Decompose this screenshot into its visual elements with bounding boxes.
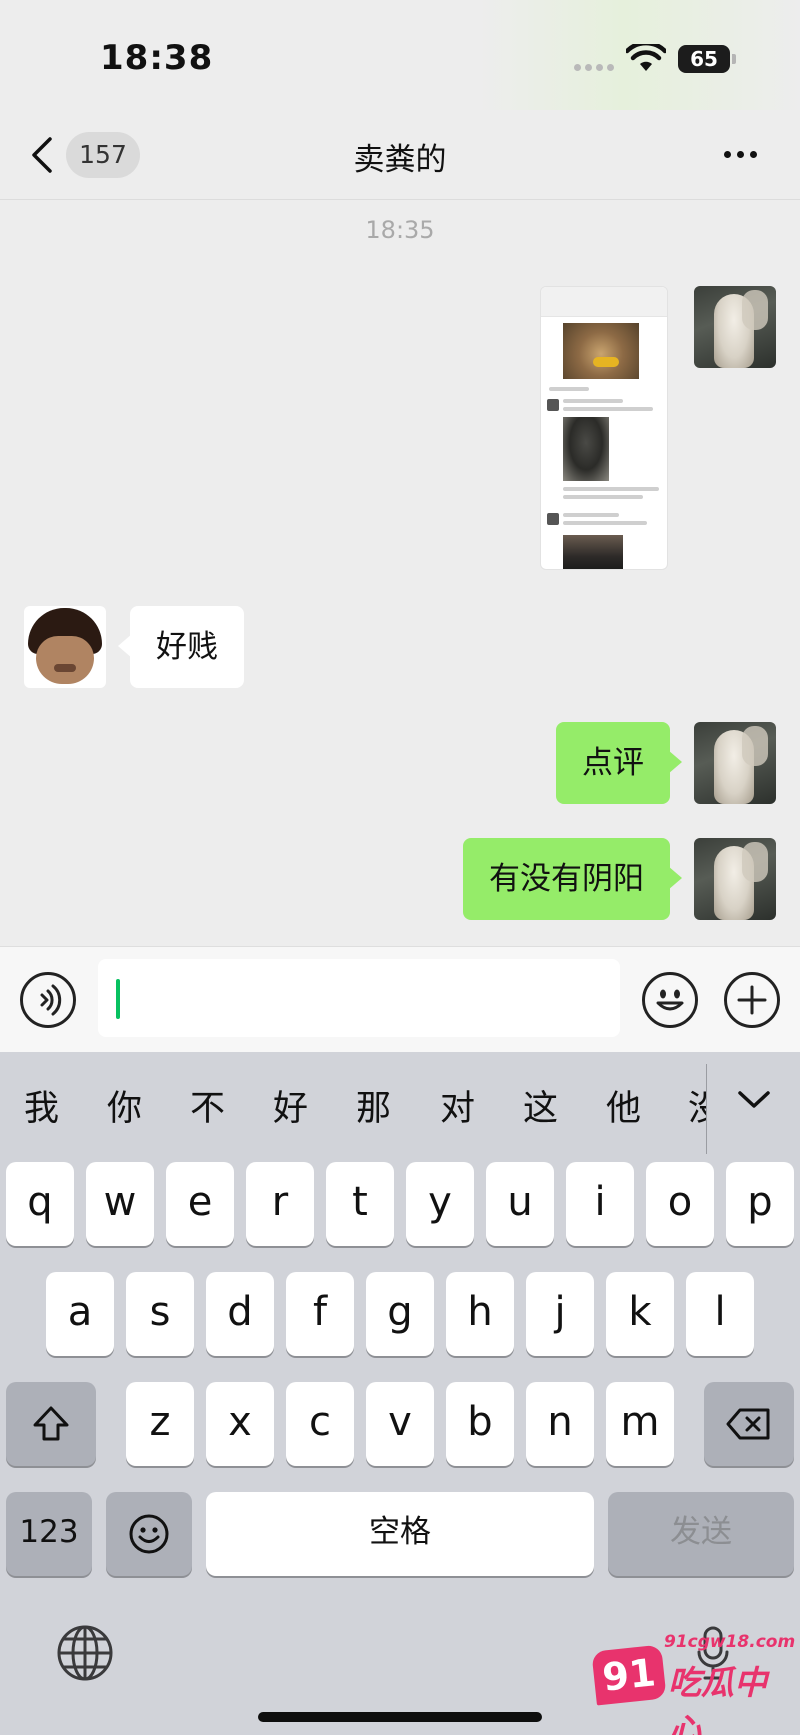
my-avatar[interactable] [694,286,776,368]
message-bubble-received[interactable]: 好贱 [118,606,244,688]
key-x[interactable]: x [206,1382,274,1466]
candidate-word[interactable]: 这 [523,1080,558,1131]
watermark-logo: 91 [591,1644,667,1706]
key-j[interactable]: j [526,1272,594,1356]
candidate-word[interactable]: 好 [273,1080,308,1131]
screenshot-avatar [547,399,559,411]
key-t[interactable]: t [326,1162,394,1246]
key-g[interactable]: g [366,1272,434,1356]
key-l[interactable]: l [686,1272,754,1356]
watermark-url: 91cgw18.com [664,1632,796,1652]
screenshot-line [563,487,659,491]
key-r[interactable]: r [246,1162,314,1246]
home-indicator[interactable] [258,1712,542,1722]
key-a[interactable]: a [46,1272,114,1356]
backspace-key[interactable] [704,1382,794,1466]
candidate-word[interactable]: 对 [440,1080,475,1131]
key-m[interactable]: m [606,1382,674,1466]
key-h[interactable]: h [446,1272,514,1356]
key-e[interactable]: e [166,1162,234,1246]
battery-nub [732,54,736,64]
text-caret [116,979,120,1019]
unread-count-badge: 157 [66,132,140,178]
key-z[interactable]: z [126,1382,194,1466]
voice-input-button[interactable] [20,972,76,1028]
key-b[interactable]: b [446,1382,514,1466]
smiley-icon [129,1514,169,1554]
key-c[interactable]: c [286,1382,354,1466]
candidate-word[interactable]: 没 [688,1080,706,1131]
screenshot-header [541,287,667,317]
screenshot-line [563,407,653,411]
key-w[interactable]: w [86,1162,154,1246]
chevron-left-icon [32,137,52,173]
message-input-bar [0,946,800,1052]
screenshot-photo [563,535,623,569]
candidate-word[interactable]: 你 [107,1080,142,1131]
key-q[interactable]: q [6,1162,74,1246]
globe-icon[interactable] [56,1624,114,1682]
key-s[interactable]: s [126,1272,194,1356]
plus-icon [737,985,767,1015]
screenshot-line [563,399,623,403]
message-bubble-sent[interactable]: 有没有阴阳 [463,838,682,920]
message-input[interactable] [98,959,620,1037]
candidate-word[interactable]: 那 [356,1080,391,1131]
candidate-word[interactable]: 不 [190,1080,225,1131]
message-bubble-sent[interactable]: 点评 [556,722,682,804]
screenshot-photo [563,417,609,481]
screenshot-detail [593,357,619,367]
screenshot-line [563,513,619,517]
key-p[interactable]: p [726,1162,794,1246]
candidate-overflow: 没 [688,1052,706,1162]
emoji-button[interactable] [642,972,698,1028]
candidate-word[interactable]: 我 [24,1080,59,1131]
more-actions-button[interactable] [724,972,780,1028]
signal-dots-icon [574,64,614,71]
screenshot-photo [563,323,639,379]
smiley-icon [656,989,684,1011]
candidate-divider [706,1064,707,1154]
status-time: 18:38 [100,38,214,78]
chat-title: 卖粪的 [353,142,447,178]
key-u[interactable]: u [486,1162,554,1246]
emoji-key[interactable] [106,1492,192,1576]
chevron-down-icon[interactable] [734,1084,774,1114]
key-y[interactable]: y [406,1162,474,1246]
send-key[interactable]: 发送 [608,1492,794,1576]
screenshot-line [563,521,647,525]
voice-icon [40,984,62,1016]
watermark: 91 91cgw18.com 吃瓜中心 [591,1630,796,1735]
key-i[interactable]: i [566,1162,634,1246]
wifi-icon [626,44,666,71]
chat-header: 157 卖粪的 [0,110,800,200]
battery-indicator: 65 [678,45,730,73]
my-avatar[interactable] [694,722,776,804]
screenshot-line [549,387,589,391]
contact-avatar[interactable] [24,606,106,688]
backspace-icon [726,1408,770,1440]
candidate-word[interactable]: 他 [606,1080,641,1131]
screenshot-avatar [547,513,559,525]
image-message[interactable] [540,286,668,570]
key-n[interactable]: n [526,1382,594,1466]
space-key[interactable]: 空格 [206,1492,594,1576]
key-f[interactable]: f [286,1272,354,1356]
message-timestamp: 18:35 [365,216,435,244]
watermark-name: 吃瓜中心 [668,1663,767,1735]
shift-key[interactable] [6,1382,96,1466]
key-k[interactable]: k [606,1272,674,1356]
screenshot-line [563,495,643,499]
numbers-key[interactable]: 123 [6,1492,92,1576]
status-bar: 18:38 65 [0,0,800,110]
key-o[interactable]: o [646,1162,714,1246]
shift-icon [33,1406,69,1441]
key-v[interactable]: v [366,1382,434,1466]
back-button[interactable]: 157 [28,130,140,180]
candidate-bar: 我 你 不 好 那 对 这 他 没 [0,1052,800,1162]
more-options-button[interactable] [724,144,764,164]
my-avatar[interactable] [694,838,776,920]
key-d[interactable]: d [206,1272,274,1356]
